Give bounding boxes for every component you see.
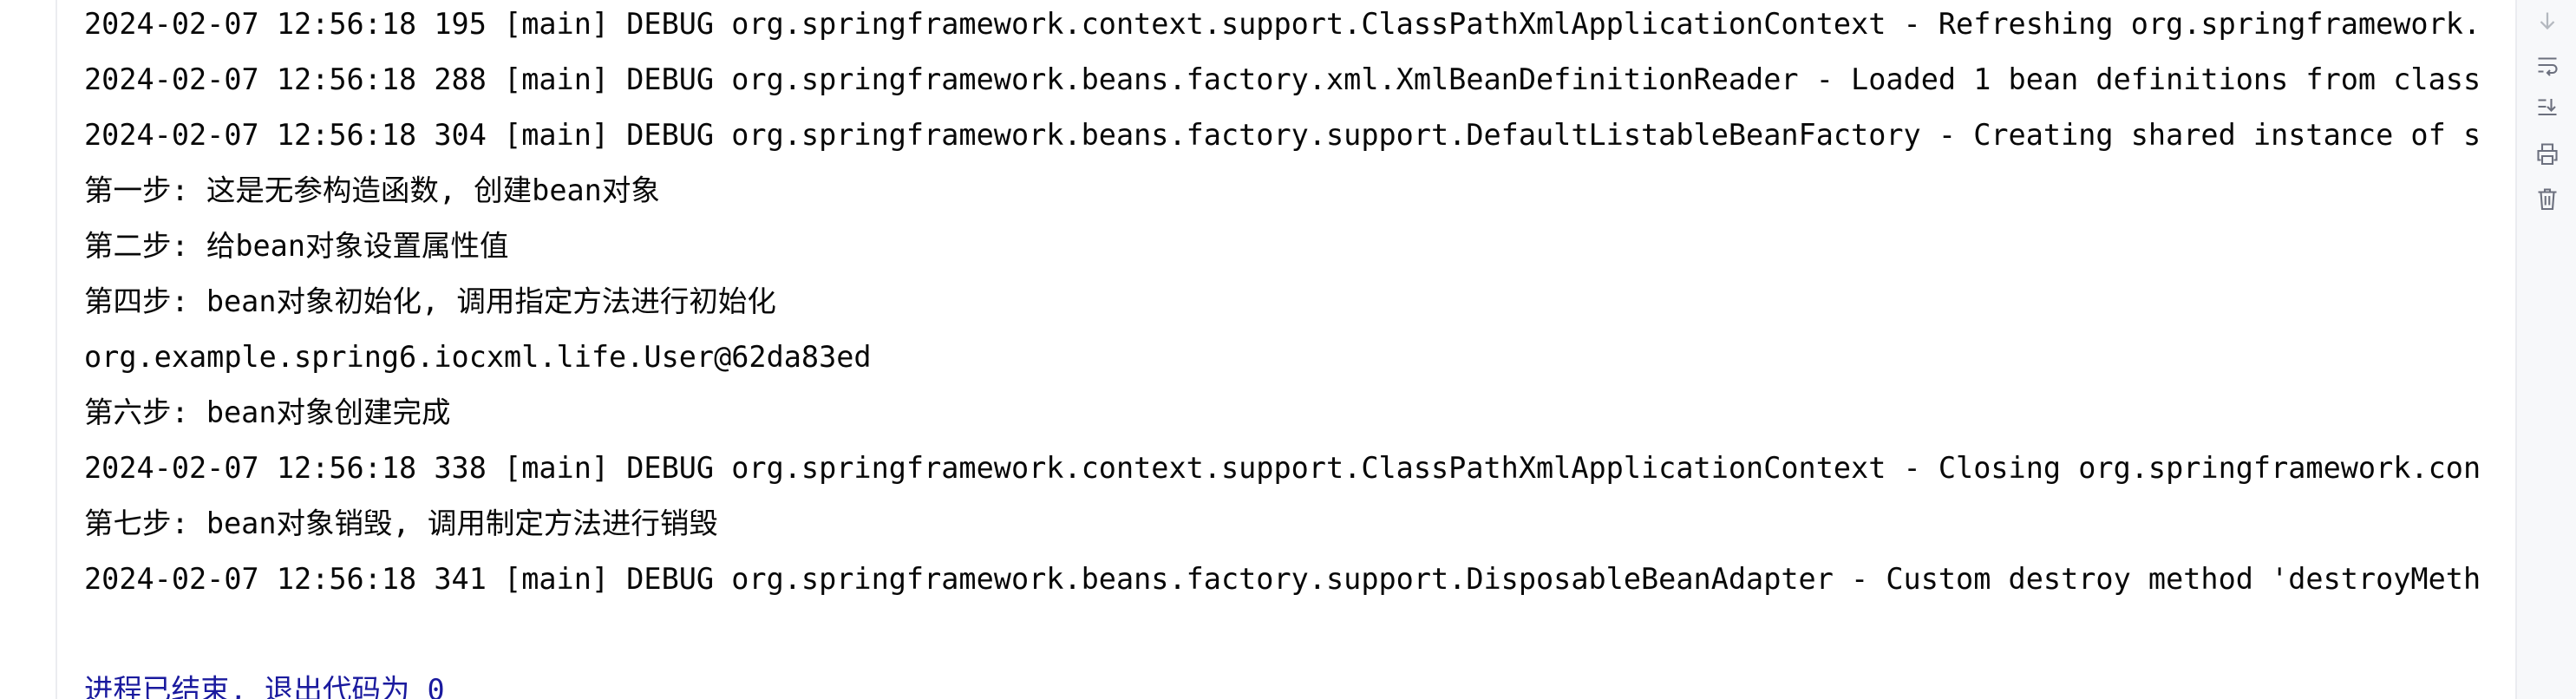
console-line: 第六步: bean对象创建完成 [84,395,451,429]
console-line: 2024-02-07 12:56:18 341 [main] DEBUG org… [84,562,2481,596]
soft-wrap-icon [2538,57,2558,76]
console-line: 第一步: 这是无参构造函数, 创建bean对象 [84,173,660,207]
scroll-to-end-icon [2538,99,2557,116]
console-line: 第四步: bean对象初始化, 调用指定方法进行初始化 [84,284,776,318]
console-gutter-divider [56,0,57,699]
console-line: org.example.spring6.iocxml.life.User@62d… [84,340,872,374]
trash-icon [2538,188,2557,211]
console-output[interactable]: 2024-02-07 12:56:18 195 [main] DEBUG org… [84,0,2513,699]
console-line: 第二步: 给bean对象设置属性值 [84,229,509,263]
console-line: 2024-02-07 12:56:18 338 [main] DEBUG org… [84,451,2481,485]
console-line: 2024-02-07 12:56:18 195 [main] DEBUG org… [84,7,2481,41]
clear-all-button[interactable] [2531,182,2564,215]
console-toolbar [2515,0,2576,699]
console-line: 2024-02-07 12:56:18 304 [main] DEBUG org… [84,118,2481,152]
exit-code-message: 进程已结束, 退出代码为 0 [84,673,445,699]
print-icon [2537,143,2558,166]
console-line: 第七步: bean对象销毁, 调用制定方法进行销毁 [84,506,718,540]
scroll-to-end-button[interactable] [2531,90,2564,123]
soft-wrap-button[interactable] [2531,49,2564,82]
print-button[interactable] [2531,137,2564,170]
scroll-down-button[interactable] [2531,5,2564,38]
run-console: 2024-02-07 12:56:18 195 [main] DEBUG org… [0,0,2576,699]
scroll-down-icon [2540,12,2555,30]
console-line: 2024-02-07 12:56:18 288 [main] DEBUG org… [84,62,2481,96]
